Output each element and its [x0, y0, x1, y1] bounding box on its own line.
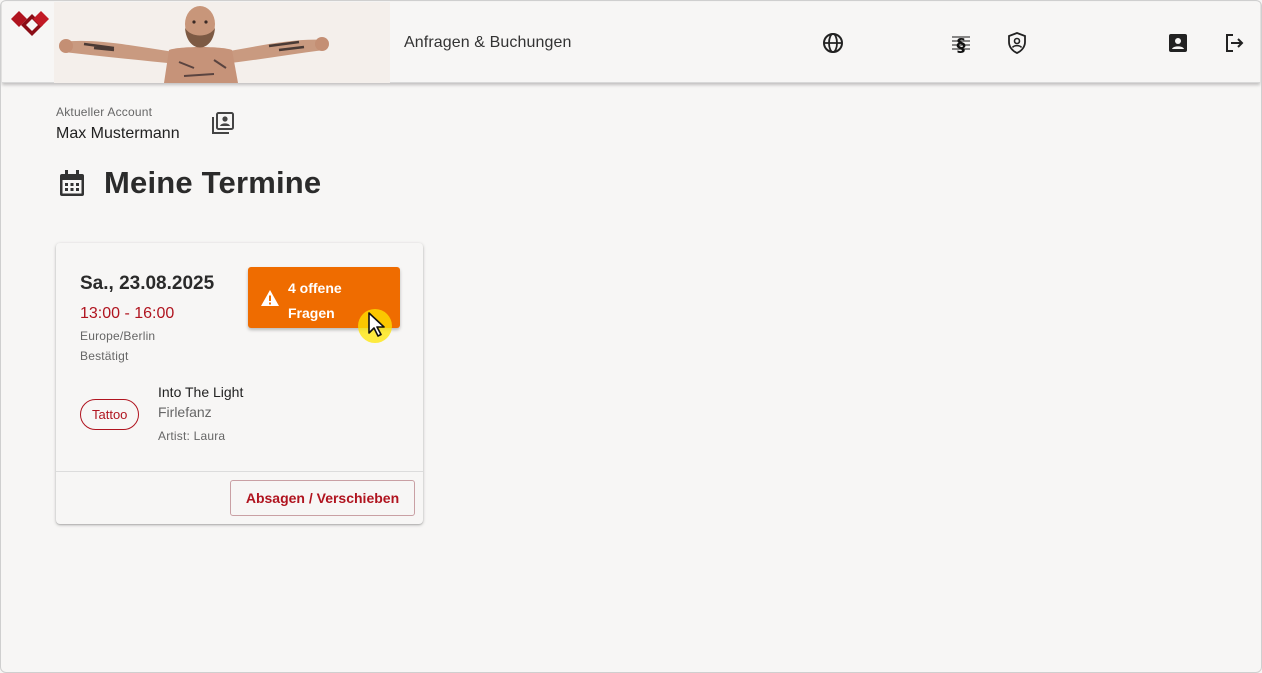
- privacy-shield-icon[interactable]: [1004, 30, 1030, 56]
- account-label: Aktueller Account: [56, 105, 153, 119]
- appointment-time: 13:00 - 16:00: [80, 305, 175, 322]
- paragraph-icon[interactable]: §: [948, 30, 974, 56]
- appointment-timezone: Europe/Berlin: [80, 329, 156, 343]
- app-header: Anfragen & Buchungen §: [2, 2, 1260, 83]
- calendar-icon: [60, 170, 84, 196]
- switch-account-icon[interactable]: [210, 110, 236, 136]
- account-box-icon[interactable]: [1165, 30, 1191, 56]
- account-name: Max Mustermann: [56, 125, 180, 142]
- brand-logo[interactable]: [8, 8, 52, 42]
- service-subtitle: Firlefanz: [158, 404, 212, 420]
- cancel-reschedule-button[interactable]: Absagen / Verschieben: [230, 480, 415, 516]
- svg-text:§: §: [957, 35, 966, 55]
- card-divider: [56, 471, 423, 472]
- logout-icon[interactable]: [1221, 30, 1247, 56]
- mouse-pointer-icon: [368, 312, 385, 337]
- page-title: Meine Termine: [104, 165, 322, 200]
- service-title: Into The Light: [158, 384, 244, 400]
- artist-name: Artist: Laura: [158, 429, 226, 443]
- app-window: Anfragen & Buchungen § Aktueller Account…: [0, 0, 1262, 673]
- header-title[interactable]: Anfragen & Buchungen: [404, 34, 571, 52]
- warning-icon: [261, 290, 279, 306]
- appointment-date: Sa., 23.08.2025: [80, 273, 215, 294]
- globe-icon[interactable]: [820, 30, 846, 56]
- hero-banner-image: [54, 2, 390, 83]
- appointment-card: Sa., 23.08.2025 13:00 - 16:00 Europe/Ber…: [56, 243, 423, 524]
- category-chip[interactable]: Tattoo: [80, 399, 140, 430]
- appointment-status: Bestätigt: [80, 349, 129, 363]
